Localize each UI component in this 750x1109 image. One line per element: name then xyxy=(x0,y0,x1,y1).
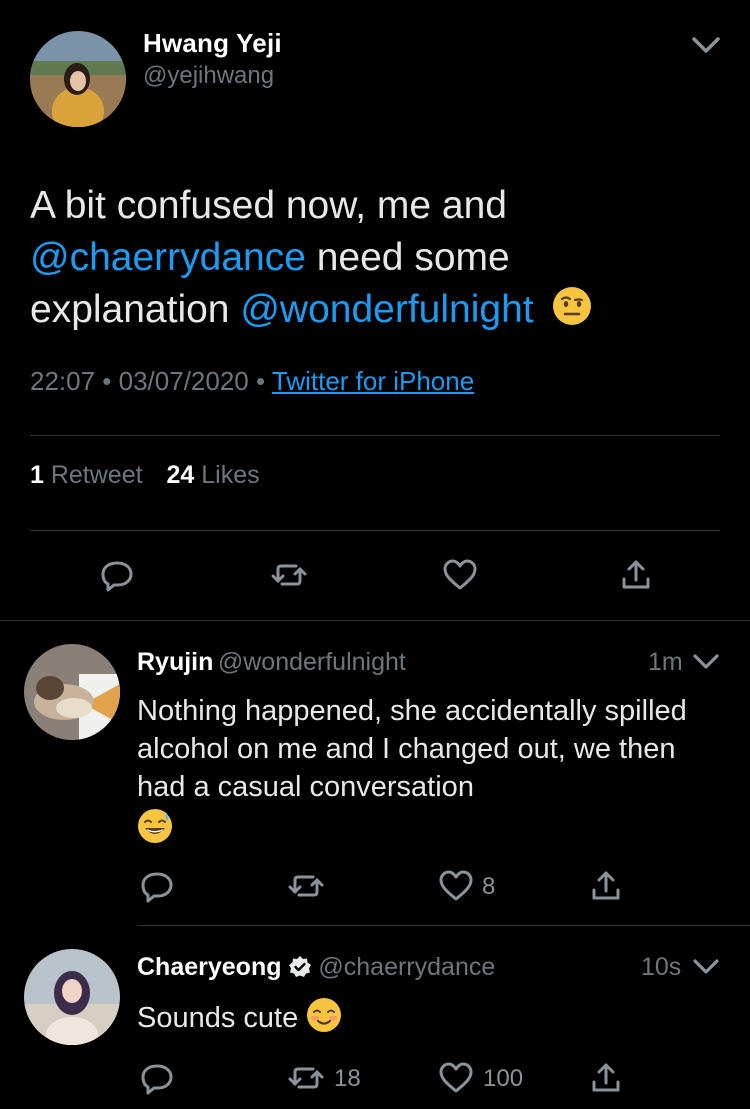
reply-text-content: Nothing happened, she accidentally spill… xyxy=(137,695,687,803)
retweets-label: Retweet xyxy=(43,461,143,489)
divider xyxy=(30,435,720,436)
retweet-icon[interactable] xyxy=(269,555,309,595)
tweet-text-line3: explanation xyxy=(30,288,241,331)
tweet-source-link[interactable]: Twitter for iPhone xyxy=(272,366,474,396)
retweets-count: 1 xyxy=(30,461,44,489)
share-icon[interactable] xyxy=(586,866,626,906)
smiling-blush-emoji-icon xyxy=(306,997,342,1033)
likes-count: 24 xyxy=(166,461,195,489)
reply-avatar[interactable] xyxy=(24,949,120,1045)
reply-header: Ryujin @wonderfulnight xyxy=(137,648,406,677)
tweet-date: 03/07/2020 xyxy=(118,366,249,396)
tweet-meta: 22:07 • 03/07/2020 • Twitter for iPhone xyxy=(30,366,474,397)
tweet-time: 22:07 xyxy=(30,366,96,396)
tweet-text-line1: A bit confused now, me and xyxy=(30,184,507,227)
heart-icon[interactable] xyxy=(436,1058,476,1098)
verified-badge-icon xyxy=(288,955,312,979)
reply-icon[interactable] xyxy=(137,866,177,906)
reply-time: 1m xyxy=(648,648,683,676)
reply-author-name[interactable]: Chaeryeong xyxy=(137,953,281,981)
heart-icon[interactable] xyxy=(436,866,476,906)
reply-author-name[interactable]: Ryujin xyxy=(137,648,213,676)
section-divider xyxy=(0,620,750,621)
retweet-count: 18 xyxy=(334,1065,361,1092)
like-count: 100 xyxy=(483,1065,524,1092)
reply-author-handle[interactable]: @wonderfulnight xyxy=(218,648,406,676)
reply-text: Sounds cute xyxy=(137,997,342,1037)
author-avatar[interactable] xyxy=(30,31,126,127)
mention-link[interactable]: @chaerrydance xyxy=(30,236,306,279)
like-count: 8 xyxy=(482,873,496,900)
reply-time: 10s xyxy=(641,953,682,981)
reply-text: Nothing happened, she accidentally spill… xyxy=(137,692,727,848)
mention-link[interactable]: @wonderfulnight xyxy=(240,288,533,331)
author-handle[interactable]: @yejihwang xyxy=(143,62,274,90)
tweet-text-line2: need some xyxy=(305,236,510,279)
reply-author-handle[interactable]: @chaerrydance xyxy=(318,953,495,981)
chevron-down-icon[interactable] xyxy=(690,955,722,979)
divider xyxy=(30,530,720,531)
meta-separator: • xyxy=(248,366,272,396)
share-icon[interactable] xyxy=(586,1058,626,1098)
reply-text-content: Sounds cute xyxy=(137,1002,307,1034)
reply-avatar[interactable] xyxy=(24,644,120,740)
sweat-smile-emoji-icon xyxy=(137,808,173,844)
tweet-stats: 1 Retweet 24 Likes xyxy=(30,461,260,490)
chevron-down-icon[interactable] xyxy=(690,650,722,674)
retweet-icon[interactable] xyxy=(286,866,326,906)
retweet-icon[interactable] xyxy=(286,1058,326,1098)
reply-icon[interactable] xyxy=(137,1058,177,1098)
author-name[interactable]: Hwang Yeji xyxy=(143,28,282,59)
raised-eyebrow-emoji-icon xyxy=(552,286,592,326)
heart-icon[interactable] xyxy=(440,555,480,595)
divider xyxy=(137,925,750,926)
chevron-down-icon[interactable] xyxy=(688,32,724,58)
meta-separator: • xyxy=(95,366,119,396)
reply-icon[interactable] xyxy=(97,555,137,595)
share-icon[interactable] xyxy=(616,555,656,595)
likes-stat[interactable]: 24 Likes xyxy=(166,461,259,489)
reply-header: Chaeryeong @chaerrydance xyxy=(137,953,495,982)
tweet-text: A bit confused now, me and @chaerrydance… xyxy=(30,180,720,336)
retweets-stat[interactable]: 1 Retweet xyxy=(30,461,143,489)
likes-label: Likes xyxy=(194,461,260,489)
